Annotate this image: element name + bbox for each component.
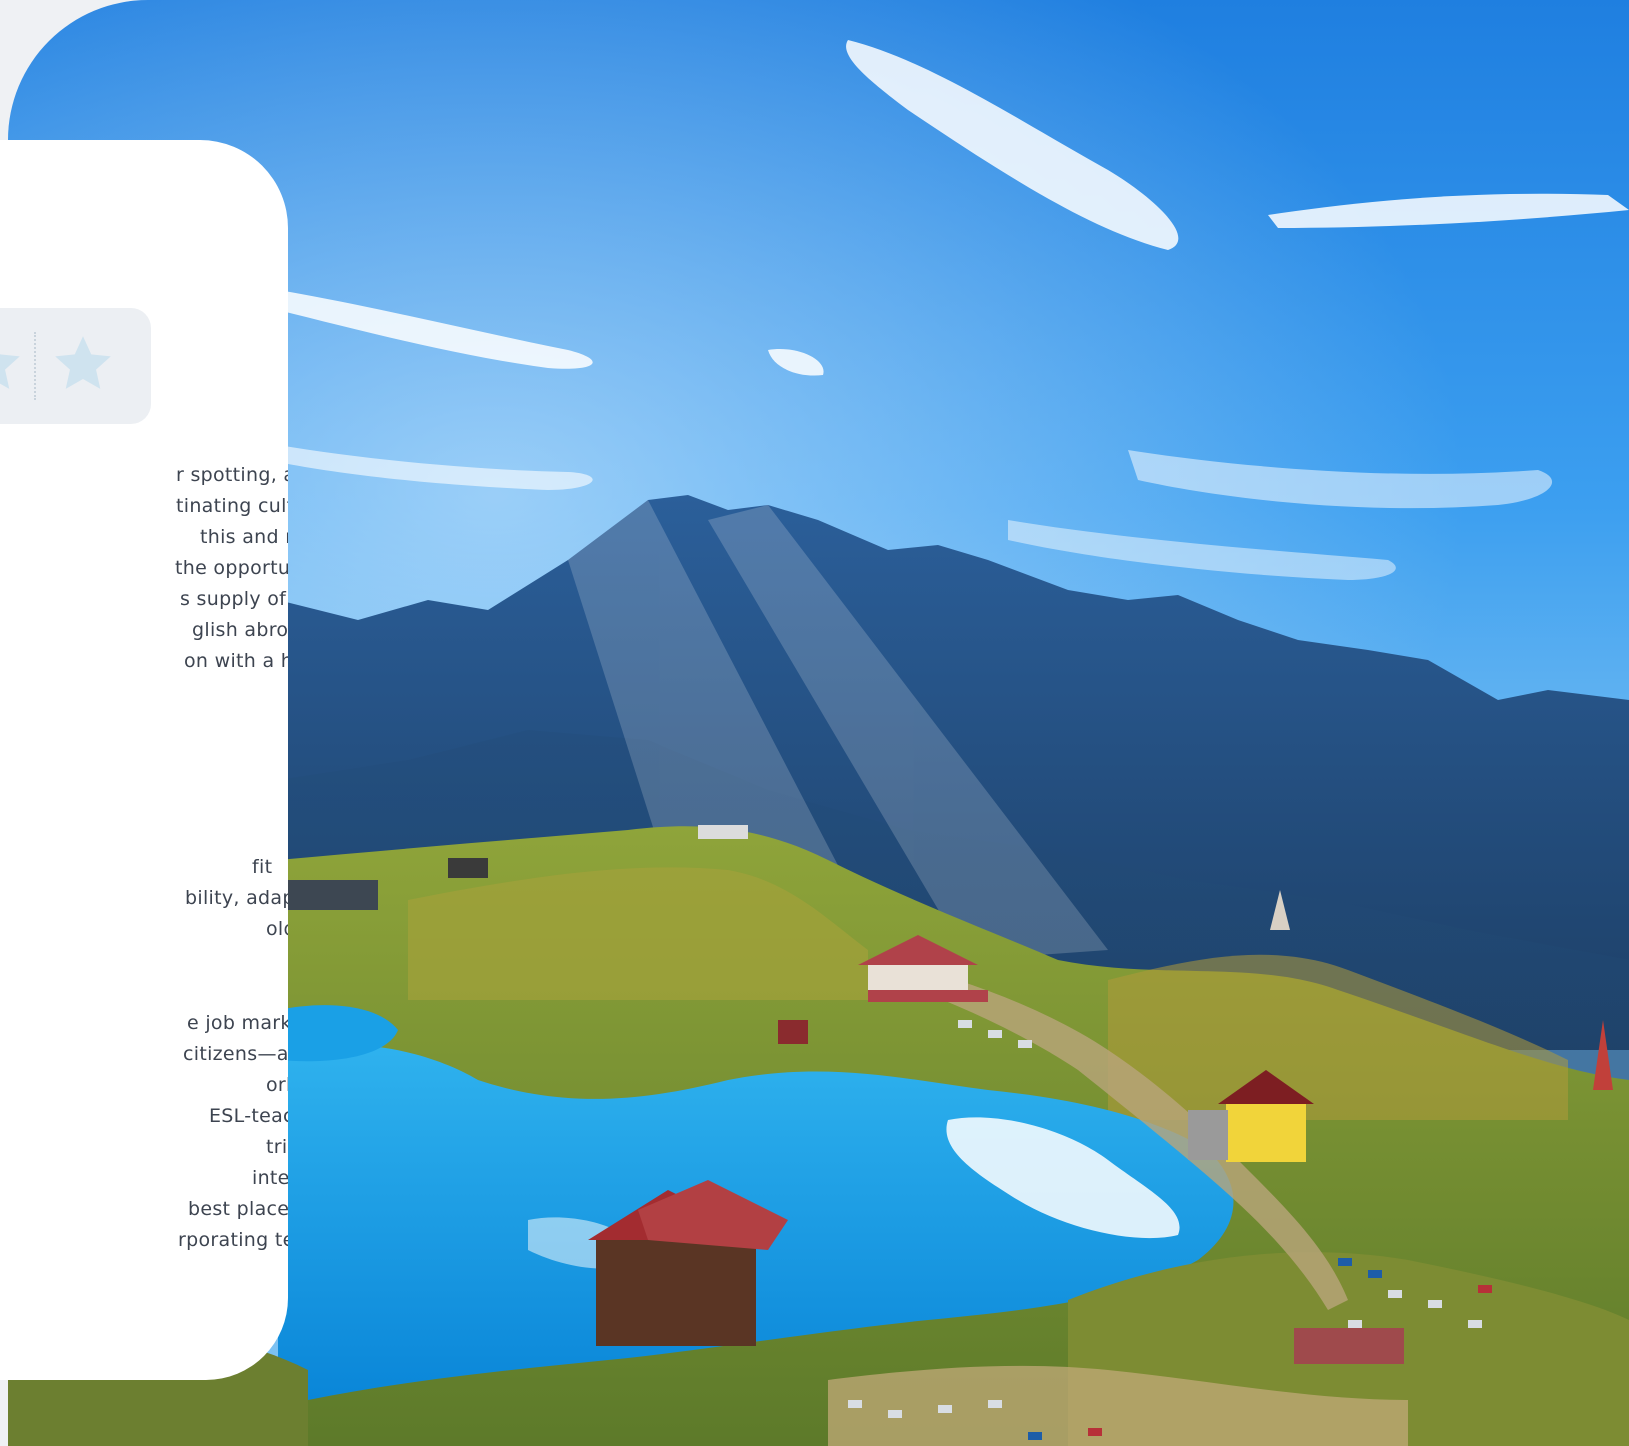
market-paragraph: internet [252, 1163, 288, 1194]
intro-line: this and make a [200, 526, 288, 548]
intro-line: r spotting, avoid [176, 464, 288, 486]
intro-paragraph: glish abroad in [192, 615, 288, 646]
qualities-line: olders [266, 918, 288, 940]
market-line: ESL-teaching- [209, 1105, 288, 1127]
market-line: e job market is [187, 1012, 288, 1034]
qualities-line: fit [252, 856, 273, 878]
market-line: citizens—as this [183, 1043, 288, 1065]
intro-line: the opportunity of [175, 557, 288, 579]
star-icon[interactable] [49, 330, 117, 398]
star-icon[interactable] [0, 330, 26, 398]
intro-paragraph: on with a hot job [184, 646, 288, 677]
market-line: best places in the [188, 1198, 288, 1220]
market-paragraph: ESL-teaching- [209, 1101, 288, 1132]
qualities-paragraph: olders [266, 914, 288, 945]
qualities-paragraph: bility, adaptability [185, 883, 288, 914]
info-card: r spotting, avoid tinating culture. this… [0, 140, 288, 1380]
page: r spotting, avoid tinating culture. this… [0, 0, 1629, 1446]
intro-paragraph: tinating culture. [176, 491, 288, 522]
market-paragraph: rporating tech into [178, 1225, 288, 1256]
intro-line: on with a hot job [184, 650, 288, 672]
intro-paragraph: the opportunity of [175, 553, 288, 584]
market-line: tries will [266, 1136, 288, 1158]
intro-line: tinating culture. [176, 495, 288, 517]
intro-paragraph: s supply of sugar- [180, 584, 288, 615]
market-paragraph: tries will [266, 1132, 288, 1163]
qualities-paragraph: fit [252, 852, 272, 883]
rating-divider [34, 332, 36, 400]
market-paragraph: e job market is [187, 1008, 288, 1039]
rating-widget[interactable] [0, 308, 151, 424]
intro-line: s supply of sugar- [180, 588, 288, 610]
intro-paragraph: r spotting, avoid [176, 460, 288, 491]
market-paragraph: ork. [266, 1070, 288, 1101]
market-line: ork. [266, 1074, 288, 1096]
intro-paragraph: this and make a [200, 522, 288, 553]
market-paragraph: best places in the [188, 1194, 288, 1225]
intro-line: glish abroad in [192, 619, 288, 641]
market-line: rporating tech into [178, 1229, 288, 1251]
market-line: internet [252, 1167, 288, 1189]
qualities-line: bility, adaptability [185, 887, 288, 909]
market-paragraph: citizens—as this [183, 1039, 288, 1070]
